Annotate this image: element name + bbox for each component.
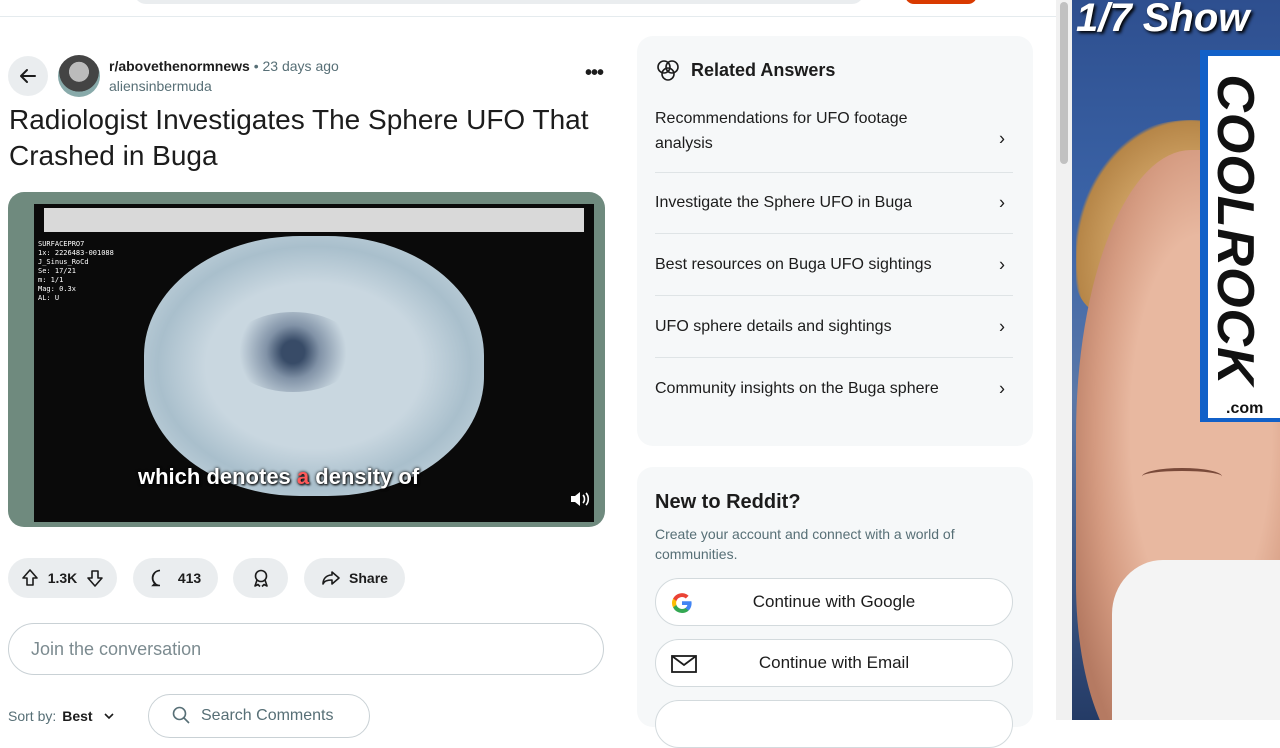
continue-with-phone-button[interactable] bbox=[655, 700, 1013, 748]
related-item-label: Best resources on Buga UFO sightings bbox=[655, 256, 932, 273]
subreddit-avatar[interactable] bbox=[58, 55, 100, 97]
new-to-reddit-panel: New to Reddit? Create your account and c… bbox=[637, 467, 1033, 748]
get-app-button[interactable] bbox=[905, 0, 977, 4]
comment-icon bbox=[151, 569, 160, 587]
coolrock-logo-domain: .com bbox=[1226, 400, 1264, 417]
sort-dropdown[interactable]: Sort by: Best bbox=[8, 708, 115, 724]
coolrock-logo-word: COOLROCK bbox=[1206, 74, 1264, 386]
comments-button[interactable]: 413 bbox=[133, 558, 218, 598]
related-item[interactable]: Best resources on Buga UFO sightings › bbox=[655, 234, 1013, 296]
chevron-right-icon: › bbox=[999, 192, 1005, 212]
sort-value: Best bbox=[62, 708, 93, 724]
related-answers-icon bbox=[657, 60, 679, 81]
search-comments[interactable]: Search Comments bbox=[148, 694, 370, 738]
post-meta: r/abovethenormnews • 23 days ago bbox=[109, 58, 339, 74]
comment-count: 413 bbox=[177, 570, 202, 586]
email-button-label: Continue with Email bbox=[758, 653, 910, 672]
chevron-right-icon: › bbox=[999, 128, 1005, 149]
new-to-reddit-title: New to Reddit? bbox=[655, 491, 801, 513]
vote-count: 1.3K bbox=[47, 570, 78, 586]
award-icon bbox=[253, 569, 268, 588]
more-options-button[interactable]: ••• bbox=[580, 62, 608, 88]
webcam-shirt bbox=[1112, 560, 1280, 720]
post-title: Radiologist Investigates The Sphere UFO … bbox=[9, 104, 589, 171]
page-scrollbar[interactable] bbox=[1056, 0, 1072, 720]
chevron-right-icon: › bbox=[999, 316, 1005, 336]
related-item-label: Investigate the Sphere UFO in Buga bbox=[655, 194, 913, 211]
share-label: Share bbox=[349, 570, 388, 586]
related-item[interactable]: Recommendations for UFO footage analysis… bbox=[655, 106, 1013, 173]
webcam-overlay: 1/7 Show COOLROCK .com bbox=[1072, 0, 1280, 720]
related-item[interactable]: Community insights on the Buga sphere › bbox=[655, 358, 1013, 419]
scrollbar-thumb[interactable] bbox=[1060, 2, 1068, 164]
back-arrow-icon bbox=[20, 69, 36, 83]
share-button[interactable]: Share bbox=[304, 558, 405, 598]
comment-input[interactable] bbox=[29, 638, 593, 661]
subreddit-link[interactable]: r/abovethenormnews bbox=[109, 58, 250, 74]
related-item-label: UFO sphere details and sightings bbox=[655, 318, 892, 335]
more-icon: ••• bbox=[584, 62, 604, 84]
coolrock-logo: COOLROCK .com bbox=[1200, 50, 1280, 422]
author-link[interactable]: aliensinbermuda bbox=[109, 78, 212, 94]
related-item-label: Community insights on the Buga sphere bbox=[655, 380, 939, 397]
downvote-icon[interactable] bbox=[85, 568, 105, 588]
mute-icon bbox=[571, 492, 590, 506]
vote-group: 1.3K bbox=[8, 558, 117, 598]
comment-box[interactable] bbox=[8, 623, 604, 675]
continue-with-google-button[interactable]: Continue with Google bbox=[655, 578, 1013, 626]
related-item[interactable]: UFO sphere details and sightings › bbox=[655, 296, 1013, 358]
upvote-icon[interactable] bbox=[20, 568, 40, 588]
post-video[interactable]: SURFACEPRO7 1x: 2226483-001088 J_Sinus_R… bbox=[8, 192, 605, 527]
chevron-right-icon: › bbox=[999, 254, 1005, 274]
award-button[interactable] bbox=[233, 558, 288, 598]
email-icon bbox=[671, 655, 697, 673]
related-item-label: Recommendations for UFO footage analysis bbox=[655, 110, 908, 152]
show-label: 1/7 Show bbox=[1076, 0, 1250, 40]
meta-separator: • bbox=[253, 58, 259, 74]
google-button-label: Continue with Google bbox=[752, 592, 916, 611]
sort-label: Sort by: bbox=[8, 708, 57, 724]
global-search-bar[interactable] bbox=[134, 0, 864, 4]
back-button[interactable] bbox=[8, 56, 48, 96]
search-comments-placeholder: Search Comments bbox=[201, 707, 334, 724]
continue-with-email-button[interactable]: Continue with Email bbox=[655, 639, 1013, 687]
webcam-eyes bbox=[1142, 468, 1222, 485]
related-answers-title: Related Answers bbox=[691, 60, 836, 80]
video-frame-toolbar bbox=[44, 208, 584, 232]
top-bar bbox=[0, 0, 1056, 17]
related-item[interactable]: Investigate the Sphere UFO in Buga › bbox=[655, 172, 1013, 234]
video-caption: which denotes a density of bbox=[138, 464, 420, 489]
chevron-right-icon: › bbox=[999, 378, 1005, 398]
google-icon bbox=[672, 593, 692, 613]
mute-button[interactable] bbox=[569, 489, 591, 509]
new-to-reddit-subtitle: Create your account and connect with a w… bbox=[655, 526, 955, 562]
post-age: 23 days ago bbox=[262, 58, 339, 74]
video-frame-density bbox=[228, 312, 358, 392]
video-screen-text: SURFACEPRO7 1x: 2226483-001088 J_Sinus_R… bbox=[38, 240, 114, 302]
share-icon bbox=[322, 571, 340, 585]
related-answers-panel: Related Answers Recommendations for UFO … bbox=[637, 36, 1033, 446]
search-icon bbox=[172, 706, 190, 724]
